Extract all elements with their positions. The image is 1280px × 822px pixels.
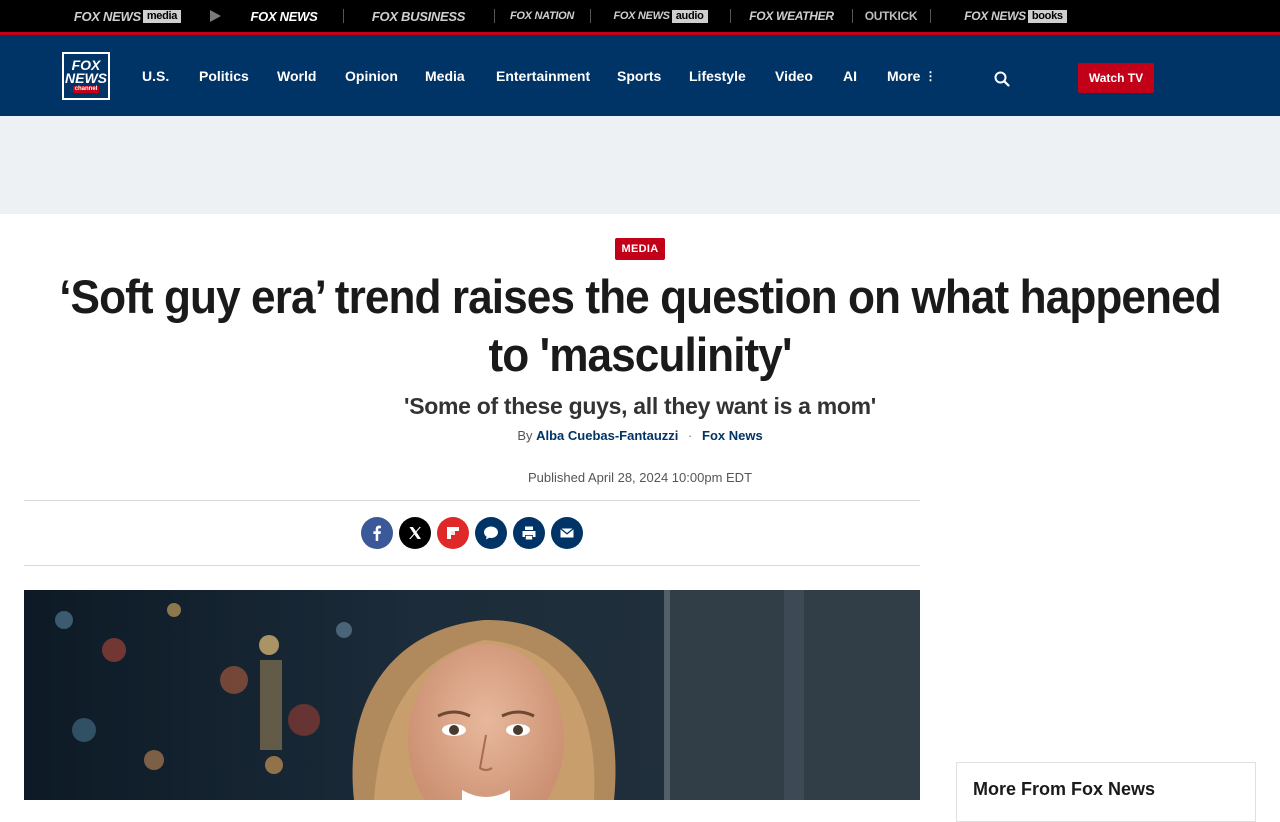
comments-icon xyxy=(484,526,498,540)
network-link-fox-news-media[interactable]: FOX NEWS media xyxy=(60,8,195,24)
network-link-label: FOX WEATHER xyxy=(749,9,834,23)
article-subheadline: 'Some of these guys, all they want is a … xyxy=(404,393,876,419)
network-link-fox-news[interactable]: FOX NEWS xyxy=(242,8,326,24)
x-icon xyxy=(409,527,421,539)
outlet-link[interactable]: Fox News xyxy=(702,428,763,443)
network-link-tag: audio xyxy=(671,9,708,23)
share-print-button[interactable] xyxy=(513,517,545,549)
nav-item-entertainment[interactable]: Entertainment xyxy=(496,68,590,84)
divider xyxy=(730,9,731,23)
divider xyxy=(590,9,591,23)
byline-separator: · xyxy=(688,428,693,443)
author-link[interactable]: Alba Cuebas-Fantauzzi xyxy=(536,428,678,443)
logo-text: channel xyxy=(72,86,100,93)
fox-news-logo[interactable]: FOX NEWS channel xyxy=(62,52,110,100)
search-icon[interactable] xyxy=(993,70,1011,88)
divider xyxy=(930,9,931,23)
share-email-button[interactable] xyxy=(551,517,583,549)
nav-item-media[interactable]: Media xyxy=(425,68,465,84)
network-link-label: FOX NEWS xyxy=(613,10,670,22)
sidebar-title: More From Fox News xyxy=(973,779,1156,799)
network-link-label: OUTKICK xyxy=(864,9,918,23)
email-icon xyxy=(560,527,574,538)
logo-mark: FOX NEWS channel xyxy=(64,54,108,98)
play-icon xyxy=(210,10,221,22)
nav-item-more-label: More xyxy=(887,68,921,84)
divider xyxy=(494,9,495,23)
network-link-fox-weather[interactable]: FOX WEATHER xyxy=(747,8,836,24)
network-link-fox-news-audio[interactable]: FOX NEWS audio xyxy=(607,8,714,24)
nav-item-world[interactable]: World xyxy=(277,68,316,84)
nav-item-politics[interactable]: Politics xyxy=(199,68,249,84)
network-bar: FOX NEWS media FOX NEWS FOX BUSINESS FOX… xyxy=(0,0,1280,32)
divider xyxy=(24,500,920,501)
nav-item-ai[interactable]: AI xyxy=(843,68,857,84)
main-navigation: FOX NEWS channel U.S. Politics World Opi… xyxy=(0,35,1280,116)
share-facebook-button[interactable] xyxy=(361,517,393,549)
nav-item-sports[interactable]: Sports xyxy=(617,68,661,84)
network-link-outkick[interactable]: OUTKICK xyxy=(865,8,918,24)
network-link-label: FOX NEWS xyxy=(250,8,318,24)
more-from-fox-news-module: More From Fox News xyxy=(956,762,1256,822)
watch-tv-button[interactable]: Watch TV xyxy=(1078,63,1154,93)
network-link-fox-nation[interactable]: FOX NATION xyxy=(510,8,574,24)
article-headline: ‘Soft guy era’ trend raises the question… xyxy=(59,270,1222,381)
network-link-fox-business[interactable]: FOX BUSINESS xyxy=(359,8,478,24)
network-link-label: FOX NEWS xyxy=(73,8,141,24)
more-dots-icon: ⋮ xyxy=(924,69,937,83)
logo-text: NEWS xyxy=(65,70,107,86)
nav-item-more[interactable]: More ⋮ xyxy=(887,68,936,84)
print-icon xyxy=(522,526,536,540)
network-link-fox-news-books[interactable]: FOX NEWS books xyxy=(947,8,1084,24)
byline: By Alba Cuebas-Fantauzzi · Fox News xyxy=(340,428,940,444)
nav-item-video[interactable]: Video xyxy=(775,68,813,84)
network-link-label: FOX BUSINESS xyxy=(371,8,466,24)
divider xyxy=(24,565,920,566)
divider xyxy=(343,9,344,23)
ad-banner-area xyxy=(0,116,1280,214)
article-photo xyxy=(24,590,920,800)
share-x-button[interactable] xyxy=(399,517,431,549)
nav-item-us[interactable]: U.S. xyxy=(142,68,169,84)
network-link-tag: media xyxy=(142,9,182,23)
byline-prefix: By xyxy=(517,428,533,443)
share-comments-button[interactable] xyxy=(475,517,507,549)
facebook-icon xyxy=(373,525,381,541)
nav-item-lifestyle[interactable]: Lifestyle xyxy=(689,68,746,84)
flipboard-icon xyxy=(447,527,459,539)
article-image[interactable] xyxy=(24,590,920,800)
published-date: Published April 28, 2024 10:00pm EDT xyxy=(527,470,753,485)
nav-item-opinion[interactable]: Opinion xyxy=(345,68,398,84)
share-flipboard-button[interactable] xyxy=(437,517,469,549)
divider xyxy=(852,9,853,23)
category-badge[interactable]: MEDIA xyxy=(615,238,665,260)
network-link-label: FOX NATION xyxy=(510,10,575,22)
network-link-label: FOX NEWS xyxy=(964,9,1026,23)
network-link-tag: books xyxy=(1027,9,1067,23)
